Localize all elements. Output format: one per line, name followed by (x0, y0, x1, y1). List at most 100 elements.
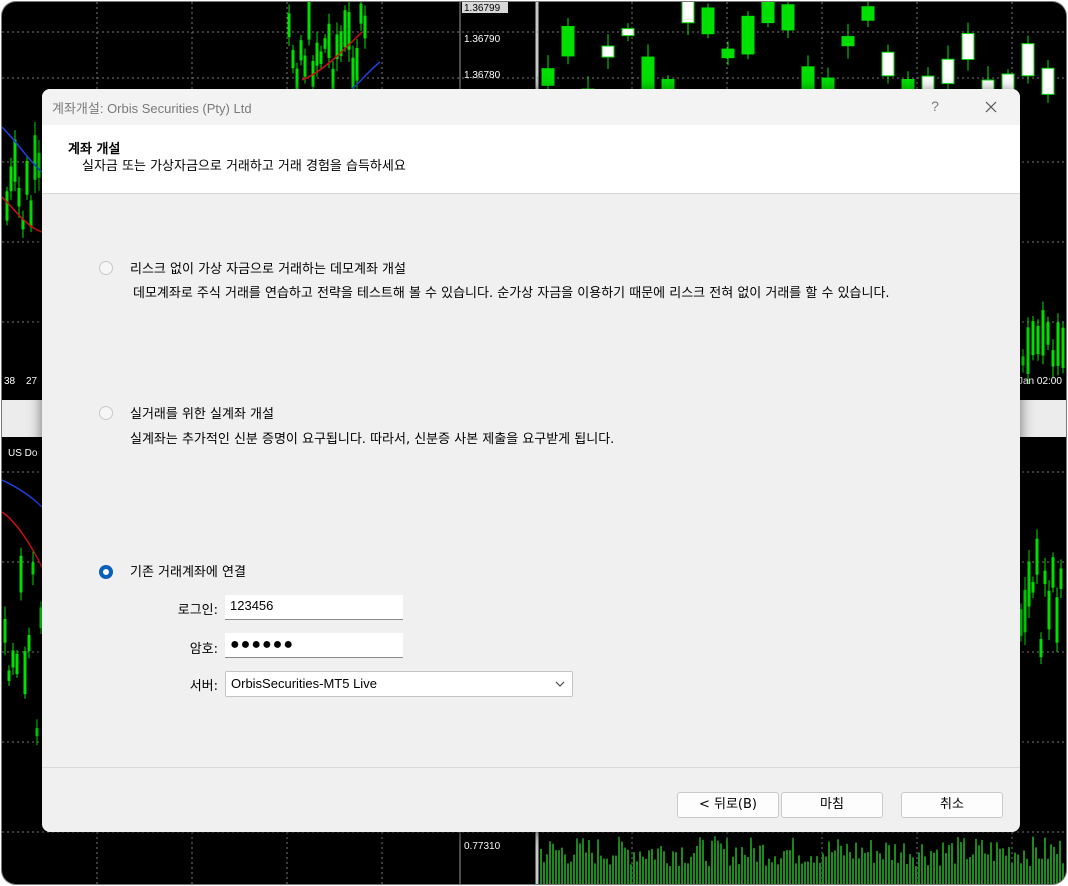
volume-bar (906, 863, 908, 884)
volume-bar (924, 856, 926, 884)
volume-bar (663, 851, 665, 884)
volume-bar (885, 842, 887, 884)
header-subtitle: 실자금 또는 가상자금으로 거래하고 거래 경험을 습득하세요 (82, 159, 406, 174)
server-dropdown[interactable]: OrbisSecurities-MT5 Live (225, 671, 573, 697)
radio-existing-account[interactable] (99, 565, 113, 579)
volume-bar (927, 865, 929, 884)
option-label-real[interactable]: 실거래를 위한 실계좌 개설 (130, 403, 274, 422)
volume-bar (750, 837, 752, 884)
candle-body (9, 166, 13, 192)
candle-body (331, 68, 335, 89)
volume-bar (1014, 852, 1016, 884)
volume-bar (1047, 858, 1049, 884)
candle-body (861, 6, 875, 21)
candle-body (621, 28, 635, 37)
volume-bar (597, 839, 599, 884)
volume-bar (678, 865, 680, 884)
dialog-header: 계좌 개설 실자금 또는 가상자금으로 거래하고 거래 경험을 습득하세요 (42, 125, 1020, 194)
volume-bar (732, 856, 734, 884)
volume-bar (969, 856, 971, 884)
candle-body (1031, 582, 1035, 593)
candle-body (37, 152, 41, 178)
finish-button[interactable]: 마침 (781, 792, 883, 818)
cancel-button[interactable]: 취소 (901, 792, 1003, 818)
candle-body (15, 653, 19, 675)
volume-bar (843, 855, 845, 884)
volume-bar (657, 848, 659, 884)
volume-bar (576, 838, 578, 884)
volume-bar (696, 845, 698, 884)
volume-bar (780, 858, 782, 884)
volume-bar (579, 843, 581, 884)
volume-bar (912, 857, 914, 884)
volume-bar (990, 842, 992, 884)
volume-bar (978, 845, 980, 884)
back-button[interactable]: < 뒤로(B) (677, 792, 779, 818)
candle-body (287, 13, 291, 38)
radio-demo-account[interactable] (99, 261, 113, 275)
volume-bar (1023, 850, 1025, 884)
candle-body (841, 36, 855, 47)
help-button[interactable]: ? (924, 96, 946, 118)
option-label-demo[interactable]: 리스크 없이 가상 자금으로 거래하는 데모계좌 개설 (130, 258, 406, 277)
time-tick: Jan 02:00 (1018, 376, 1062, 387)
volume-bar (987, 854, 989, 884)
volume-bar (1032, 836, 1034, 884)
candle-body (721, 48, 735, 59)
volume-bar (942, 842, 944, 884)
volume-bar (819, 862, 821, 884)
volume-bar (549, 841, 551, 884)
server-label: 서버: (189, 679, 218, 694)
chart-bottom-right-candles (1019, 529, 1063, 665)
candle-body (1023, 589, 1027, 633)
candle-body (19, 555, 23, 593)
candle-body (33, 135, 37, 180)
volume-bar (660, 846, 662, 884)
close-button[interactable] (978, 95, 1004, 119)
volume-bar (801, 863, 803, 884)
option-label-existing[interactable]: 기존 거래계좌에 연결 (130, 561, 246, 580)
volume-bar (753, 848, 755, 884)
volume-bar (666, 863, 668, 884)
footer-divider (42, 767, 1020, 768)
volume-bar (1035, 847, 1037, 884)
volume-bar (699, 837, 701, 884)
candle-body (781, 4, 795, 31)
volume-bar (669, 865, 671, 884)
login-input[interactable]: 123456 (225, 595, 403, 620)
candle-body (541, 68, 555, 86)
volume-bar (1059, 840, 1061, 884)
volume-bar (555, 850, 557, 884)
volume-bar (1044, 837, 1046, 884)
dialog-titlebar[interactable]: 계좌개설: Orbis Securities (Pty) Ltd ? (42, 89, 1020, 125)
volume-bar (594, 863, 596, 884)
candle-body (21, 219, 25, 230)
volume-bar (546, 854, 548, 884)
candle-body (1027, 561, 1031, 607)
volume-bar (975, 838, 977, 884)
volume-bar (957, 837, 959, 884)
volume-bar (936, 849, 938, 884)
candle-body (355, 48, 359, 81)
volume-bar (564, 854, 566, 884)
password-input[interactable]: ●●●●●● (225, 633, 403, 658)
volume-bar (972, 854, 974, 884)
candle-body (641, 56, 655, 90)
volume-bar (966, 859, 968, 884)
radio-real-account[interactable] (99, 406, 113, 420)
volume-bar (759, 845, 761, 884)
volume-bar (1026, 858, 1028, 884)
volume-bar (1020, 863, 1022, 884)
password-value: ●●●●●● (230, 636, 294, 653)
volume-bar (897, 862, 899, 884)
volume-bar (765, 865, 767, 884)
volume-bar (705, 860, 707, 884)
volume-bar (867, 852, 869, 884)
volume-bar (762, 844, 764, 884)
volume-bar (852, 858, 854, 884)
volume-bar (585, 852, 587, 884)
volume-bar (951, 843, 953, 884)
volume-bar (621, 841, 623, 884)
candle-body (1047, 590, 1051, 630)
candle-body (681, 2, 695, 24)
